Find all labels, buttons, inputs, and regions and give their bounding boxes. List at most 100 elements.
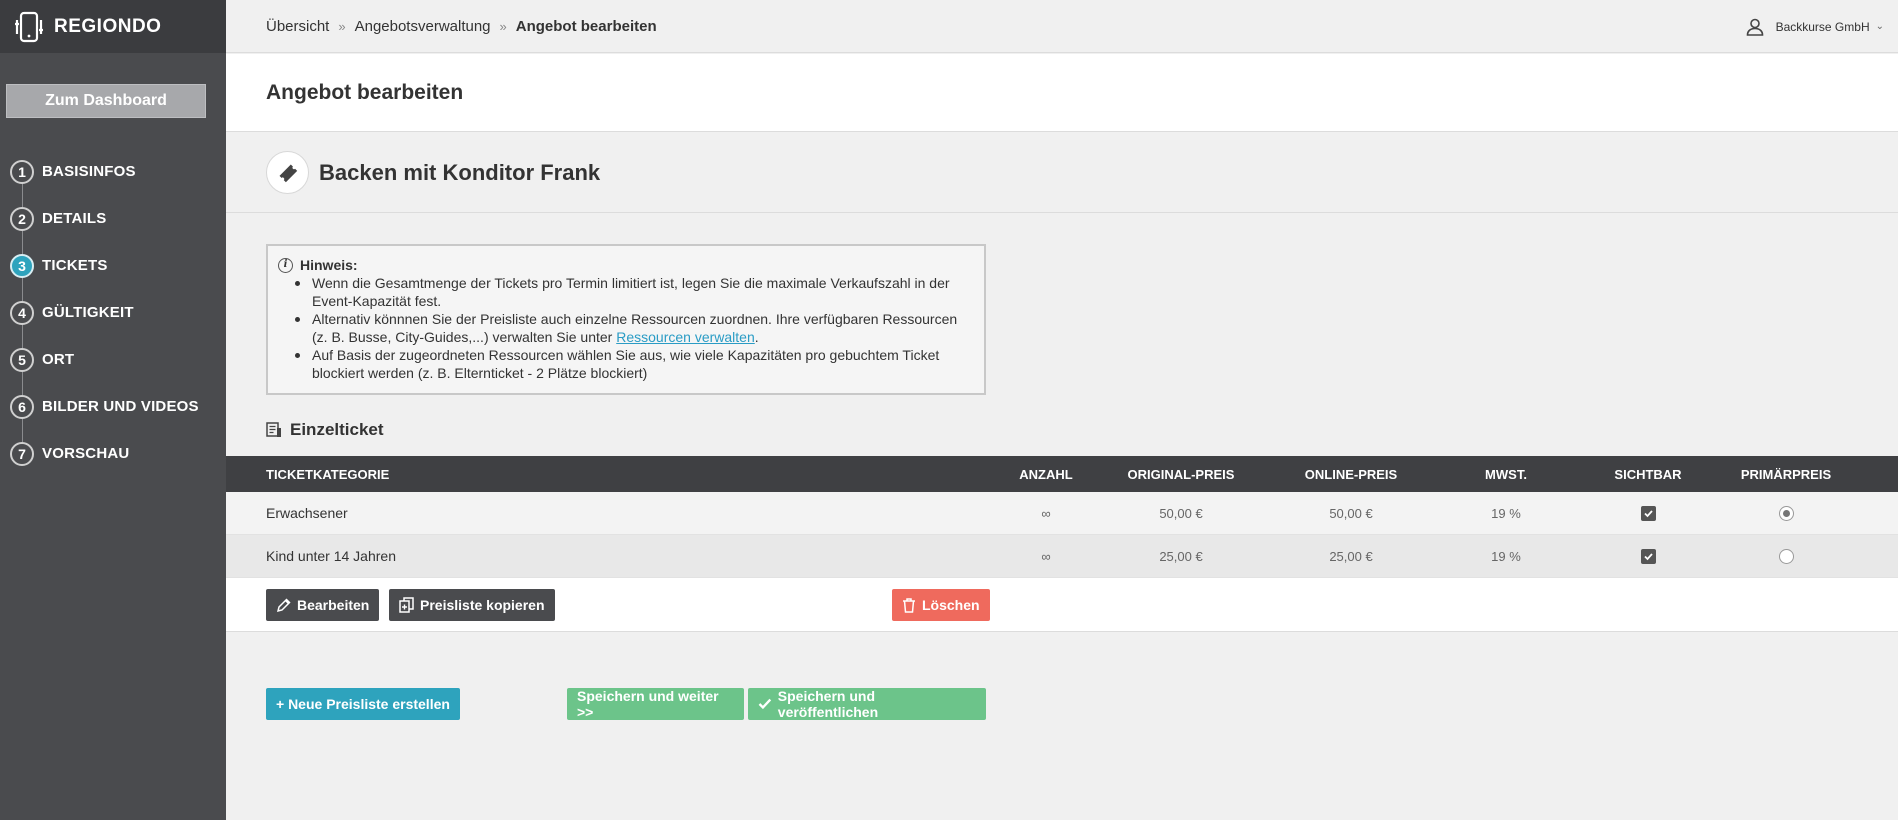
brand-name: REGIONDO	[54, 15, 162, 37]
user-name: Backkurse GmbH	[1775, 19, 1870, 34]
section-title: Einzelticket	[290, 420, 384, 439]
section-heading: Einzelticket	[266, 420, 384, 440]
check-icon	[1643, 552, 1653, 560]
breadcrumb-offer-management[interactable]: Angebotsverwaltung	[355, 18, 491, 35]
hint-text: Wenn die Gesamtmenge der Tickets pro Ter…	[312, 275, 950, 309]
hint-item: Auf Basis der zugeordneten Ressourcen wä…	[290, 346, 974, 382]
cell-category: Kind unter 14 Jahren	[266, 548, 396, 564]
user-icon	[1746, 18, 1763, 36]
step-number: 3	[10, 253, 34, 278]
breadcrumb-overview[interactable]: Übersicht	[266, 18, 329, 35]
ticket-table: TICKETKATEGORIE ANZAHL ORIGINAL-PREIS ON…	[226, 456, 1898, 578]
primary-price-radio[interactable]	[1778, 548, 1794, 564]
breadcrumb: Übersicht » Angebotsverwaltung » Angebot…	[266, 18, 657, 35]
wizard-steps: 1 BASISINFOS 2 DETAILS 3 TICKETS 4 GÜLTI…	[0, 148, 226, 477]
step-number: 7	[10, 441, 34, 466]
hint-link-suffix: .	[754, 329, 759, 345]
step-label: GÜLTIGKEIT	[42, 304, 134, 321]
header-count: ANZAHL	[1019, 466, 1073, 482]
info-icon: i	[278, 257, 293, 273]
step-bilder-videos[interactable]: 6 BILDER UND VIDEOS	[0, 383, 226, 430]
hint-item: Alternativ könnnen Sie der Preisliste au…	[290, 310, 974, 346]
pencil-icon	[276, 597, 291, 612]
header-online-price: ONLINE-PREIS	[1304, 466, 1398, 482]
check-icon	[758, 698, 772, 710]
manage-resources-link[interactable]: Ressourcen verwalten	[616, 329, 755, 345]
pricelist-icon	[266, 422, 281, 437]
user-menu[interactable]: Backkurse GmbH ⌄	[1746, 0, 1884, 53]
hint-text: Auf Basis der zugeordneten Ressourcen wä…	[312, 347, 940, 381]
cell-vat: 19 %	[1491, 505, 1521, 521]
cell-visible	[1593, 535, 1703, 577]
check-icon	[1643, 509, 1653, 517]
new-pricelist-button[interactable]: + Neue Preisliste erstellen	[266, 688, 460, 720]
topbar: Übersicht » Angebotsverwaltung » Angebot…	[226, 0, 1898, 53]
edit-button-label: Bearbeiten	[297, 597, 370, 613]
breadcrumb-separator: »	[499, 18, 507, 34]
step-label: ORT	[42, 351, 75, 368]
table-row: Erwachsener ∞ 50,00 € 50,00 € 19 %	[226, 492, 1898, 535]
hint-title: Hinweis:	[300, 257, 358, 273]
cell-count: ∞	[1041, 505, 1051, 521]
brand-logo[interactable]: REGIONDO	[0, 0, 226, 53]
edit-button[interactable]: Bearbeiten	[266, 589, 380, 621]
step-label: DETAILS	[42, 210, 107, 227]
visible-checkbox[interactable]	[1640, 505, 1656, 521]
trash-icon	[903, 597, 915, 613]
header-visible: SICHTBAR	[1614, 466, 1682, 482]
breadcrumb-current: Angebot bearbeiten	[515, 17, 657, 35]
cell-vat: 19 %	[1491, 548, 1521, 564]
header-vat: MWST.	[1485, 466, 1527, 482]
step-ort[interactable]: 5 ORT	[0, 336, 226, 383]
copy-pricelist-button[interactable]: Preisliste kopieren	[389, 589, 555, 621]
ticket-icon	[279, 164, 297, 182]
hint-header: i Hinweis:	[278, 256, 974, 274]
offer-header: Backen mit Konditor Frank	[226, 133, 1898, 213]
hint-box: i Hinweis: Wenn die Gesamtmenge der Tick…	[266, 244, 986, 395]
save-and-publish-button[interactable]: Speichern und veröffentlichen	[748, 688, 986, 720]
step-basisinfos[interactable]: 1 BASISINFOS	[0, 148, 226, 195]
offer-title: Backen mit Konditor Frank	[319, 159, 601, 185]
header-primary-price: PRIMÄRPREIS	[1740, 466, 1832, 482]
step-number: 2	[10, 206, 34, 231]
cell-primary	[1721, 492, 1851, 534]
delete-button-label: Löschen	[922, 597, 980, 613]
save-and-publish-label: Speichern und veröffentlichen	[777, 688, 879, 720]
delete-button[interactable]: Löschen	[892, 589, 990, 621]
breadcrumb-separator: »	[338, 18, 346, 34]
hint-item: Wenn die Gesamtmenge der Tickets pro Ter…	[290, 274, 974, 310]
step-details[interactable]: 2 DETAILS	[0, 195, 226, 242]
copy-pricelist-label: Preisliste kopieren	[420, 597, 545, 613]
step-number: 6	[10, 394, 34, 419]
save-and-continue-button[interactable]: Speichern und weiter >>	[567, 688, 744, 720]
page-title: Angebot bearbeiten	[266, 80, 464, 104]
cell-count: ∞	[1041, 548, 1051, 564]
step-tickets[interactable]: 3 TICKETS	[0, 242, 226, 289]
step-label: BILDER UND VIDEOS	[42, 398, 199, 415]
table-header: TICKETKATEGORIE ANZAHL ORIGINAL-PREIS ON…	[226, 456, 1898, 492]
header-category: TICKETKATEGORIE	[266, 466, 390, 482]
regiondo-logo-icon	[15, 11, 43, 42]
step-number: 1	[10, 159, 34, 184]
chevron-down-icon: ⌄	[1875, 21, 1884, 32]
cell-original-price: 50,00 €	[1159, 505, 1203, 521]
step-gueltigkeit[interactable]: 4 GÜLTIGKEIT	[0, 289, 226, 336]
cell-visible	[1593, 492, 1703, 534]
step-number: 4	[10, 300, 34, 325]
step-label: BASISINFOS	[42, 163, 136, 180]
cell-category: Erwachsener	[266, 505, 348, 521]
step-label: TICKETS	[42, 257, 108, 274]
page-header: Angebot bearbeiten	[226, 54, 1898, 132]
ticket-badge	[266, 151, 309, 194]
cell-original-price: 25,00 €	[1159, 548, 1203, 564]
header-original-price: ORIGINAL-PREIS	[1127, 466, 1235, 482]
step-vorschau[interactable]: 7 VORSCHAU	[0, 430, 226, 477]
step-number: 5	[10, 347, 34, 372]
visible-checkbox[interactable]	[1640, 548, 1656, 564]
dashboard-button[interactable]: Zum Dashboard	[6, 84, 206, 118]
primary-price-radio[interactable]	[1778, 505, 1794, 521]
cell-online-price: 25,00 €	[1329, 548, 1373, 564]
cell-primary	[1721, 535, 1851, 577]
copy-icon	[399, 597, 414, 613]
pricelist-actions: Bearbeiten Preisliste kopieren Löschen	[226, 578, 1898, 632]
